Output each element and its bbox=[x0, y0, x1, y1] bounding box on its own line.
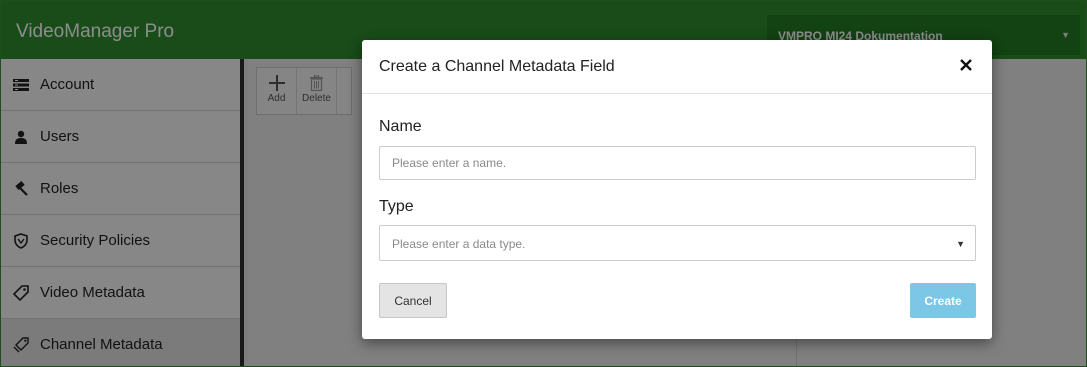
type-select-placeholder: Please enter a data type. bbox=[392, 237, 526, 251]
dialog-header: Create a Channel Metadata Field bbox=[362, 40, 992, 94]
name-label: Name bbox=[379, 118, 422, 135]
cancel-button[interactable]: Cancel bbox=[379, 283, 447, 318]
create-button[interactable]: Create bbox=[910, 283, 976, 318]
type-select[interactable]: Please enter a data type. ▼ bbox=[379, 225, 976, 261]
name-input[interactable] bbox=[379, 146, 976, 180]
type-label: Type bbox=[379, 198, 414, 215]
chevron-down-icon: ▼ bbox=[956, 239, 965, 249]
close-icon[interactable] bbox=[956, 55, 976, 75]
dialog-title: Create a Channel Metadata Field bbox=[379, 58, 615, 75]
create-metadata-dialog: Create a Channel Metadata Field Name Typ… bbox=[362, 40, 992, 339]
app-window: VideoManager Pro VMPRO MI24 Dokumentatio… bbox=[0, 0, 1087, 367]
